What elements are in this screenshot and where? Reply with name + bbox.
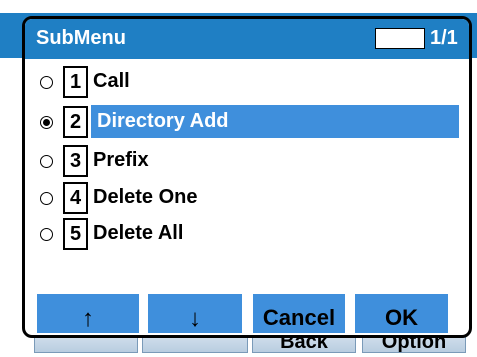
menu-item-number: 2 <box>63 106 88 138</box>
submenu-dialog: SubMenu 1/1 1 Call 2 Directory Add 3 Pre… <box>22 16 472 338</box>
arrow-down-icon: ↓ <box>189 305 201 332</box>
menu-item-delete-all[interactable]: 5 Delete All <box>25 216 469 252</box>
page-indicator-box <box>375 28 425 49</box>
arrow-up-icon: ↑ <box>82 305 94 332</box>
menu-item-label: Delete All <box>93 222 184 244</box>
menu-item-label: Call <box>93 70 130 92</box>
menu-item-directory-add[interactable]: 2 Directory Add <box>25 104 469 140</box>
menu-item-call[interactable]: 1 Call <box>25 64 469 100</box>
menu-item-label: Delete One <box>93 186 198 208</box>
menu-item-number: 5 <box>63 218 88 250</box>
menu-item-number: 1 <box>63 66 88 98</box>
ok-label: OK <box>385 305 418 330</box>
menu-item-number: 4 <box>63 182 88 214</box>
radio-icon[interactable] <box>40 155 53 168</box>
menu-item-label: Prefix <box>93 149 149 171</box>
scroll-down-button[interactable]: ↓ <box>148 294 242 333</box>
menu-item-delete-one[interactable]: 4 Delete One <box>25 180 469 216</box>
page-counter: 1/1 <box>430 27 458 49</box>
radio-icon[interactable] <box>40 192 53 205</box>
dialog-header: SubMenu 1/1 <box>25 19 469 59</box>
dialog-title: SubMenu <box>36 27 126 49</box>
menu-item-prefix[interactable]: 3 Prefix <box>25 143 469 179</box>
menu-item-label: Directory Add <box>91 105 459 138</box>
cancel-button[interactable]: Cancel <box>253 294 345 333</box>
menu-item-number: 3 <box>63 145 88 177</box>
radio-selected-icon[interactable] <box>40 116 53 129</box>
cancel-label: Cancel <box>262 305 336 330</box>
radio-icon[interactable] <box>40 228 53 241</box>
scroll-up-button[interactable]: ↑ <box>37 294 139 333</box>
ok-button[interactable]: OK <box>355 294 448 333</box>
radio-icon[interactable] <box>40 76 53 89</box>
